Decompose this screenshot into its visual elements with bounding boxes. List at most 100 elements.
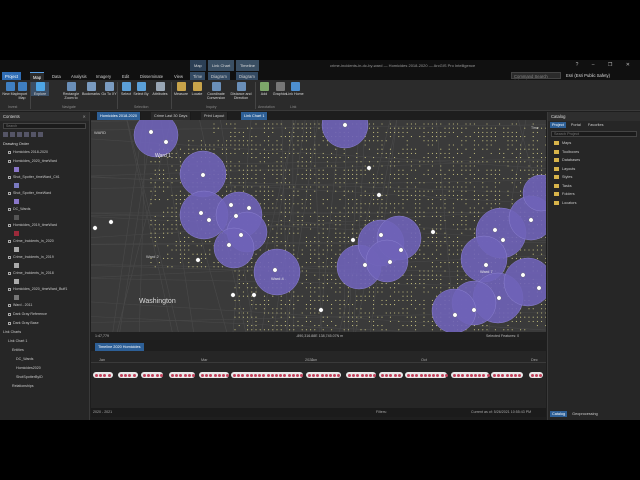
timeline-event-marker[interactable]: [337, 373, 341, 377]
timeline-event-group[interactable]: [379, 372, 403, 378]
tab-timeline-2020-homicides[interactable]: Timeline 2020 Homicides: [95, 343, 144, 351]
tab-disseminate[interactable]: Disseminate: [137, 72, 166, 80]
timeline-event-marker[interactable]: [453, 373, 456, 377]
timeline-event-marker[interactable]: [364, 373, 368, 377]
attributes-button[interactable]: Attributes: [150, 82, 170, 96]
timeline-event-marker[interactable]: [514, 373, 517, 377]
catalog-tab-portal[interactable]: Portal: [569, 122, 583, 128]
visibility-checkbox[interactable]: [8, 207, 11, 211]
timeline-event-group[interactable]: [118, 372, 138, 378]
timeline-event-marker[interactable]: [151, 373, 155, 377]
tab-time[interactable]: Time: [190, 72, 206, 80]
signed-in-user[interactable]: Esri (Esri Public Safety): [566, 73, 610, 78]
timeline-event-marker[interactable]: [128, 373, 132, 377]
list-by-source-icon[interactable]: [10, 132, 15, 137]
catalog-tab-project[interactable]: Project: [550, 122, 566, 128]
timeline-event-marker[interactable]: [300, 373, 304, 377]
go-to-xy-button[interactable]: Go To XY: [100, 82, 118, 96]
timeline-event-marker[interactable]: [436, 373, 440, 377]
timeline-event-group[interactable]: [169, 372, 195, 378]
tab-analysis[interactable]: Analysis: [68, 72, 90, 80]
bookmarks-button[interactable]: Bookmarks: [82, 82, 100, 96]
timeline-event-marker[interactable]: [99, 373, 103, 377]
timeline-event-group[interactable]: [405, 372, 448, 378]
import-map-button[interactable]: Import Map: [13, 82, 31, 100]
link-charts-heading[interactable]: Link Charts: [0, 328, 89, 337]
timeline-event-marker[interactable]: [120, 373, 123, 377]
timeline-event-marker[interactable]: [419, 373, 423, 377]
timeline-event-marker[interactable]: [275, 373, 278, 377]
timeline-event-marker[interactable]: [258, 373, 262, 377]
timeline-event-marker[interactable]: [233, 373, 236, 377]
link-relationships-item[interactable]: Relationships: [0, 382, 89, 391]
timeline-event-marker[interactable]: [205, 373, 209, 377]
timeline-event-marker[interactable]: [444, 373, 448, 377]
timeline-event-marker[interactable]: [474, 373, 477, 377]
timeline-event-marker[interactable]: [535, 373, 539, 377]
timeline-event-marker[interactable]: [352, 373, 356, 377]
link-entity-item[interactable]: DC_Wards: [0, 355, 89, 364]
link-entity-item[interactable]: ShotSpotterByID: [0, 373, 89, 382]
tab-timeline-diagram[interactable]: Diagram: [236, 72, 258, 80]
timeline-event-marker[interactable]: [291, 373, 295, 377]
timeline-event-marker[interactable]: [107, 373, 111, 377]
visibility-checkbox[interactable]: [8, 271, 11, 275]
command-search-input[interactable]: Command Search (Alt+Q): [511, 72, 561, 84]
timeline-event-marker[interactable]: [171, 373, 174, 377]
distance-direction-button[interactable]: Distance and Direction: [228, 82, 254, 100]
layer-item[interactable]: Homicides_2020_timeWard_Buff1: [0, 285, 89, 294]
map-scale[interactable]: 1:47,779: [95, 334, 109, 338]
timeline-event-marker[interactable]: [262, 373, 266, 377]
timeline-event-group[interactable]: [231, 372, 304, 378]
timeline-event-group[interactable]: [491, 372, 523, 378]
timeline-event-marker[interactable]: [509, 373, 513, 377]
timeline-event-marker[interactable]: [461, 373, 465, 377]
timeline-event-marker[interactable]: [373, 373, 377, 377]
link-home-button[interactable]: Link Home: [286, 82, 304, 96]
timeline-event-marker[interactable]: [226, 373, 230, 377]
tab-link-chart[interactable]: Link Chart 1: [241, 112, 269, 120]
timeline-event-marker[interactable]: [432, 373, 436, 377]
zoom-to-button[interactable]: Rectangle Zoom to: [60, 82, 82, 100]
timeline-event-marker[interactable]: [296, 373, 299, 377]
timeline-event-marker[interactable]: [505, 373, 509, 377]
timeline-event-marker[interactable]: [423, 373, 427, 377]
catalog-tab-favorites[interactable]: Favorites: [586, 122, 606, 128]
timeline-view[interactable]: 2020 Jan Mar Jun Oct Dec: [91, 351, 546, 408]
catalog-item-toolboxes[interactable]: Toolboxes: [548, 148, 640, 157]
timeline-event-group[interactable]: [93, 372, 113, 378]
timeline-event-marker[interactable]: [245, 373, 249, 377]
timeline-event-marker[interactable]: [539, 373, 543, 377]
explore-button[interactable]: Explore: [31, 82, 49, 96]
timeline-event-marker[interactable]: [478, 373, 482, 377]
layer-item[interactable]: Dark Gray Reference: [0, 310, 89, 319]
timeline-event-marker[interactable]: [385, 373, 389, 377]
timeline-event-marker[interactable]: [124, 373, 128, 377]
catalog-item-maps[interactable]: Maps: [548, 139, 640, 148]
catalog-item-layouts[interactable]: Layouts: [548, 165, 640, 174]
tab-edit[interactable]: Edit: [119, 72, 132, 80]
catalog-item-databases[interactable]: Databases: [548, 156, 640, 165]
timeline-event-marker[interactable]: [159, 373, 163, 377]
visibility-checkbox[interactable]: [8, 191, 11, 195]
timeline-event-marker[interactable]: [411, 373, 415, 377]
timeline-event-marker[interactable]: [356, 373, 360, 377]
tab-project[interactable]: Project: [2, 72, 22, 80]
timeline-event-marker[interactable]: [187, 373, 191, 377]
timeline-event-group[interactable]: [199, 372, 230, 378]
timeline-event-marker[interactable]: [440, 373, 444, 377]
timeline-event-marker[interactable]: [201, 373, 204, 377]
tab-geoprocessing[interactable]: Geoprocessing: [570, 411, 600, 417]
visibility-checkbox[interactable]: [8, 175, 11, 179]
timeline-event-marker[interactable]: [415, 373, 419, 377]
catalog-search-input[interactable]: Search Project: [551, 131, 637, 137]
window-controls[interactable]: ? – ❐ ✕: [576, 62, 636, 68]
timeline-event-marker[interactable]: [192, 373, 195, 377]
timeline-event-marker[interactable]: [222, 373, 225, 377]
timeline-event-marker[interactable]: [369, 373, 372, 377]
catalog-item-locators[interactable]: Locators: [548, 199, 640, 208]
timeline-event-group[interactable]: [141, 372, 163, 378]
timeline-event-group[interactable]: [451, 372, 490, 378]
list-by-snapping-icon[interactable]: [31, 132, 36, 137]
timeline-event-marker[interactable]: [147, 373, 151, 377]
